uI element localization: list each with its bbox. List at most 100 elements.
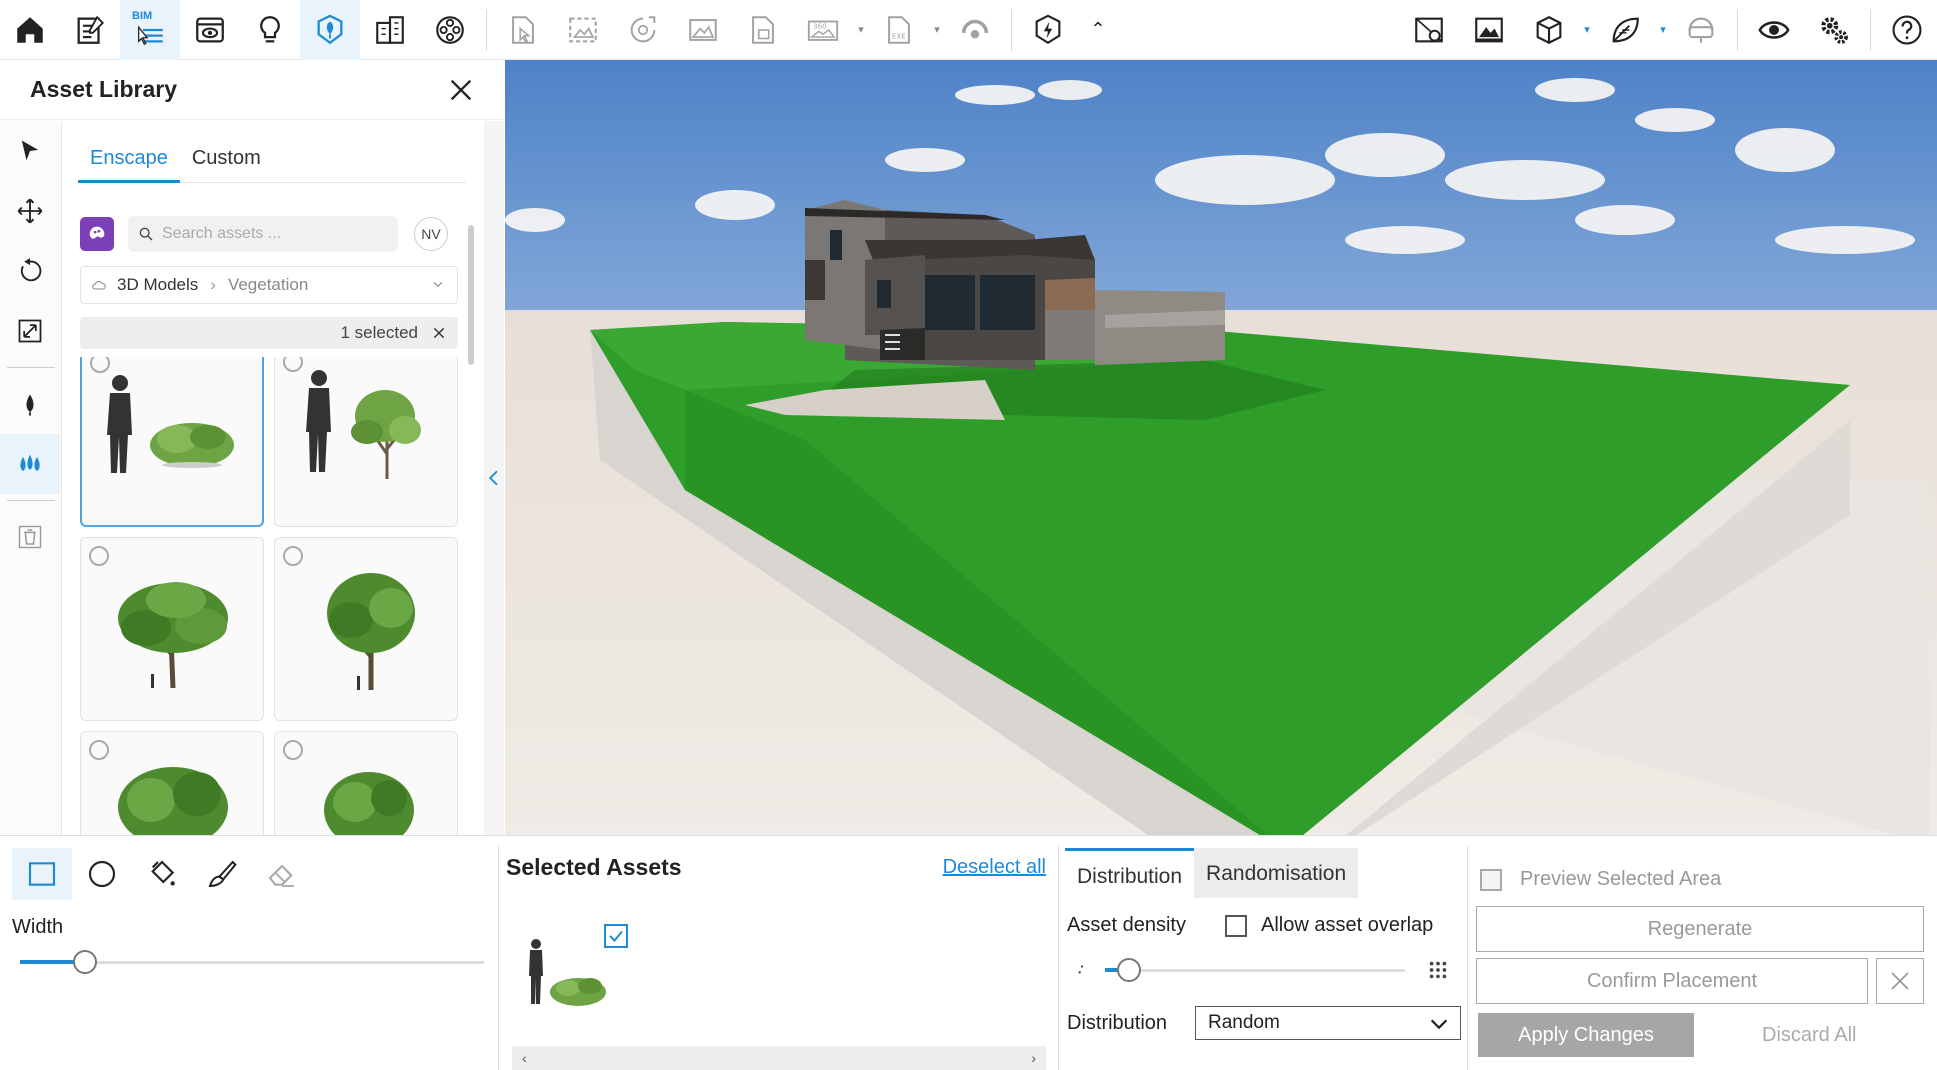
material-icon[interactable] [420,0,480,60]
person-bush-thumbnail [107,375,234,473]
360-dropdown-icon[interactable]: ▾ [853,0,869,60]
preview-label: Preview Selected Area [1520,868,1722,890]
distribution-select[interactable]: Random [1195,1006,1461,1040]
density-thumb[interactable] [1117,958,1141,982]
selected-asset-thumbnail[interactable] [516,924,616,1014]
tab-distribution[interactable]: Distribution [1065,848,1195,898]
scatter-placement-icon[interactable] [0,434,60,494]
breadcrumb-category[interactable]: Vegetation [228,275,308,295]
view-icon[interactable] [180,0,240,60]
eye-icon[interactable] [1744,0,1804,60]
asset-tile[interactable] [80,537,264,721]
select-tool-icon[interactable] [0,121,60,181]
tab-custom[interactable]: Custom [180,135,273,183]
single-placement-icon[interactable] [0,374,60,434]
app-window: BIM 360 ▾ EXE ▾ ⌃ ▾ ▾ Asset Library Ensc… [0,0,1937,1070]
dense-dots-icon [1429,961,1447,979]
cube-dropdown-icon[interactable]: ▾ [1579,0,1595,60]
preview-option[interactable]: Preview Selected Area [1480,868,1721,891]
tab-randomisation[interactable]: Randomisation [1194,848,1359,898]
fill-bucket-icon[interactable] [132,848,192,900]
tools-divider [6,500,55,501]
allow-overlap-option[interactable]: Allow asset overlap [1225,914,1433,937]
tree-thumbnail [118,767,228,835]
allow-overlap-checkbox[interactable] [1225,914,1247,937]
apply-changes-button[interactable]: Apply Changes [1478,1013,1694,1057]
scroll-left-icon[interactable]: ‹ [522,1050,527,1066]
collapse-panel-button[interactable] [484,121,504,835]
regenerate-button[interactable]: Regenerate [1476,906,1924,952]
power-icon[interactable] [1018,0,1078,60]
toolbar-divider [1737,8,1738,51]
deselect-all-link[interactable]: Deselect all [943,856,1046,879]
home-icon[interactable] [0,0,60,60]
screenshot-icon[interactable] [553,0,613,60]
headset-icon[interactable] [1671,0,1731,60]
settings-icon[interactable] [1804,0,1864,60]
delete-tool-icon[interactable] [0,507,60,567]
map-icon[interactable] [1399,0,1459,60]
render-viewport[interactable] [505,60,1937,835]
search-input[interactable] [162,225,382,243]
breadcrumb-root[interactable]: 3D Models [117,275,198,295]
asset-tile[interactable] [80,357,264,527]
asset-tile[interactable] [274,731,458,835]
toolbar-divider [1870,8,1871,51]
chevron-down-icon[interactable] [431,277,445,291]
asset-grid [80,357,458,835]
document-icon[interactable] [733,0,793,60]
search-field[interactable] [128,216,398,252]
confirm-placement-button[interactable]: Confirm Placement [1476,958,1868,1004]
360-icon[interactable]: 360 [793,0,853,60]
clear-selection-icon[interactable] [432,326,446,340]
width-slider[interactable] [20,950,484,974]
paint-brush-icon[interactable] [192,848,252,900]
move-tool-icon[interactable] [0,181,60,241]
cube-icon[interactable] [1519,0,1579,60]
rotate-tool-icon[interactable] [0,241,60,301]
asset-tile[interactable] [274,537,458,721]
selected-asset-checkbox[interactable] [604,924,628,948]
asset-tile[interactable] [80,731,264,835]
tools-divider [6,367,55,368]
building-icon[interactable] [360,0,420,60]
scatter-settings-panel: Width Selected Assets Deselect all ‹ › D… [0,835,1937,1070]
circle-brush-icon[interactable] [72,848,132,900]
exe-icon[interactable]: EXE [869,0,929,60]
chevron-right-icon: › [210,275,216,294]
leaf-dropdown-icon[interactable]: ▾ [1655,0,1671,60]
exe-dropdown-icon[interactable]: ▾ [929,0,945,60]
scale-tool-icon[interactable] [0,301,60,361]
category-breadcrumb[interactable]: 3D Models › Vegetation [80,266,458,304]
gallery-icon[interactable] [1459,0,1519,60]
width-thumb[interactable] [72,950,97,974]
brush-tools [12,848,312,900]
user-avatar[interactable]: NV [414,217,448,251]
library-tabs: Enscape Custom [78,135,466,183]
tree-thumbnail [327,573,415,690]
eraser-icon[interactable] [252,848,312,900]
close-icon[interactable] [447,76,475,104]
asset-tile[interactable] [274,357,458,527]
vr-icon[interactable] [945,0,1005,60]
cancel-placement-button[interactable] [1876,958,1924,1004]
scroll-right-icon[interactable]: › [1031,1050,1036,1066]
project-icon[interactable] [60,0,120,60]
selected-assets-scrollbar[interactable]: ‹ › [512,1046,1046,1070]
image-icon[interactable] [673,0,733,60]
library-scrollbar[interactable] [468,225,474,365]
panorama-icon[interactable] [613,0,673,60]
distribution-value: Random [1208,1012,1280,1033]
discard-all-button[interactable]: Discard All [1762,1024,1856,1047]
tab-enscape[interactable]: Enscape [78,135,180,183]
export-icon[interactable] [493,0,553,60]
bim-icon[interactable]: BIM [120,0,180,60]
leaf-icon[interactable] [1595,0,1655,60]
asset-density-slider[interactable] [1075,958,1455,982]
idea-icon[interactable] [240,0,300,60]
asset-library-icon[interactable] [300,0,360,60]
preview-checkbox[interactable] [1480,868,1502,891]
help-icon[interactable] [1877,0,1937,60]
collapse-toolbar-icon[interactable]: ⌃ [1078,0,1118,60]
rectangle-brush-icon[interactable] [12,848,72,900]
